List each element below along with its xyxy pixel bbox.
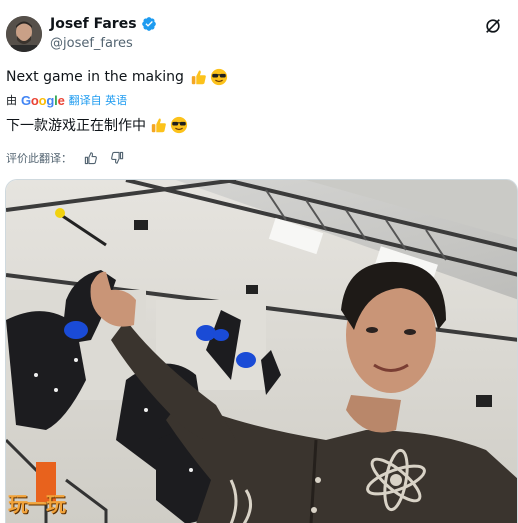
thumbs-down-outline-icon[interactable]: [110, 151, 124, 165]
sunglasses-emoji-icon: [210, 68, 228, 86]
motion-capture-studio-photo: [6, 180, 517, 523]
grok-icon[interactable]: [484, 17, 502, 35]
google-letter: g: [46, 92, 55, 108]
thumbs-up-outline-icon[interactable]: [84, 151, 98, 165]
watermark-logo: 玩一玩: [8, 488, 66, 517]
avatar-image: [6, 16, 42, 52]
translation-by-label: 由: [6, 94, 17, 107]
tweet-photo[interactable]: [5, 179, 518, 523]
rate-translation-row: 评价此翻译：: [6, 150, 124, 166]
google-letter: e: [57, 92, 65, 108]
translation-attribution: 由 Google 翻译自 英语: [6, 92, 127, 108]
google-letter: o: [30, 92, 39, 108]
watermark-text: 玩一玩: [8, 492, 66, 516]
tweet-text: Next game in the making: [6, 68, 228, 86]
tweet-text-content: Next game in the making: [6, 69, 184, 85]
thumbs-up-emoji-icon: [150, 116, 168, 134]
author-handle[interactable]: @josef_fares: [50, 36, 133, 51]
google-letter: G: [21, 92, 31, 108]
author-display-name[interactable]: Josef Fares: [50, 16, 137, 32]
thumbs-up-emoji-icon: [190, 68, 208, 86]
google-logo: Google: [21, 93, 65, 108]
translated-text-content: 下一款游戏正在制作中: [6, 118, 146, 134]
rate-translation-label: 评价此翻译：: [6, 152, 72, 165]
verified-badge-icon: [141, 16, 157, 32]
author-name-row[interactable]: Josef Fares: [50, 16, 157, 32]
translated-tweet-text: 下一款游戏正在制作中: [6, 115, 188, 135]
translated-from-link[interactable]: 翻译自 英语: [69, 92, 128, 108]
sunglasses-emoji-icon: [170, 116, 188, 134]
avatar[interactable]: [6, 16, 42, 52]
